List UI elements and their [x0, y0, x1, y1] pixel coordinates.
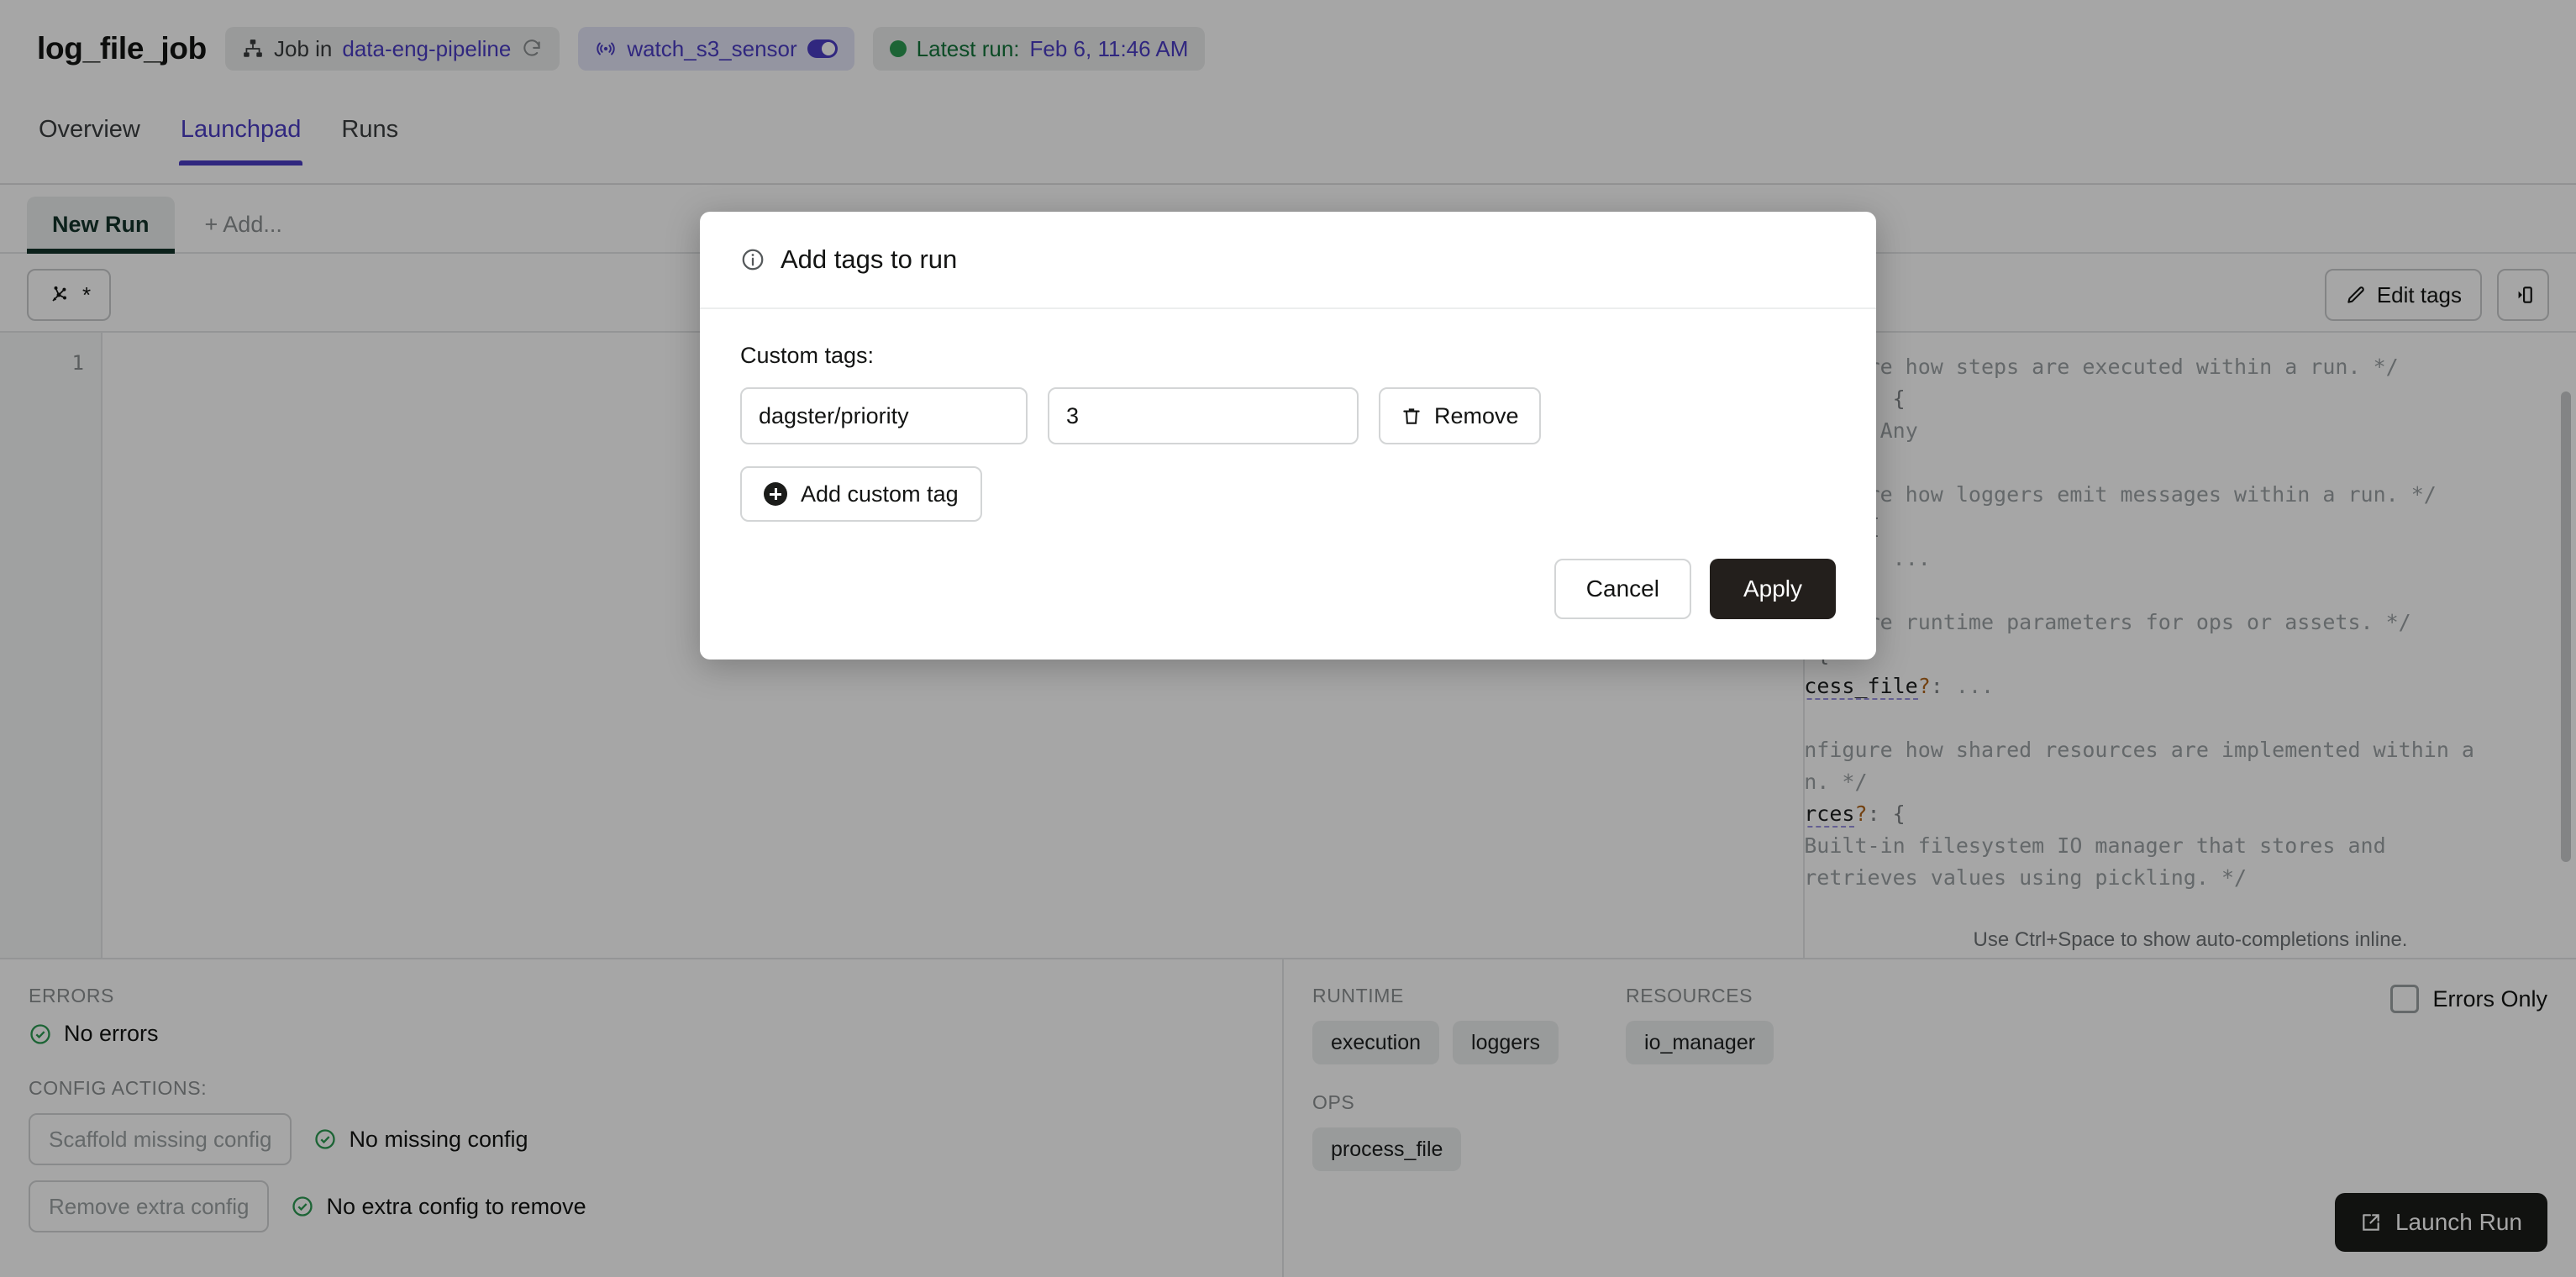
remove-tag-label: Remove — [1434, 402, 1519, 428]
trash-icon — [1401, 405, 1422, 427]
dialog-body: Custom tags: Remove Add custom tag — [700, 309, 1876, 533]
dialog-header: Add tags to run — [700, 212, 1876, 309]
add-custom-tag-button[interactable]: Add custom tag — [740, 466, 982, 522]
add-custom-tag-label: Add custom tag — [801, 481, 959, 507]
tag-key-input[interactable] — [740, 387, 1028, 444]
plus-circle-icon — [764, 482, 787, 506]
launchpad-page: log_file_job Job in data-eng-pipeline wa… — [0, 0, 2576, 1277]
tag-value-input[interactable] — [1048, 387, 1359, 444]
add-tags-dialog: Add tags to run Custom tags: Remove — [700, 212, 1876, 660]
cancel-button[interactable]: Cancel — [1553, 559, 1691, 619]
dialog-footer: Cancel Apply — [700, 533, 1876, 660]
custom-tags-label: Custom tags: — [740, 343, 875, 368]
info-icon — [740, 247, 765, 272]
dialog-title: Add tags to run — [781, 244, 958, 274]
apply-button[interactable]: Apply — [1709, 559, 1836, 619]
tag-row: Remove — [740, 387, 1836, 444]
remove-tag-button[interactable]: Remove — [1379, 387, 1541, 444]
